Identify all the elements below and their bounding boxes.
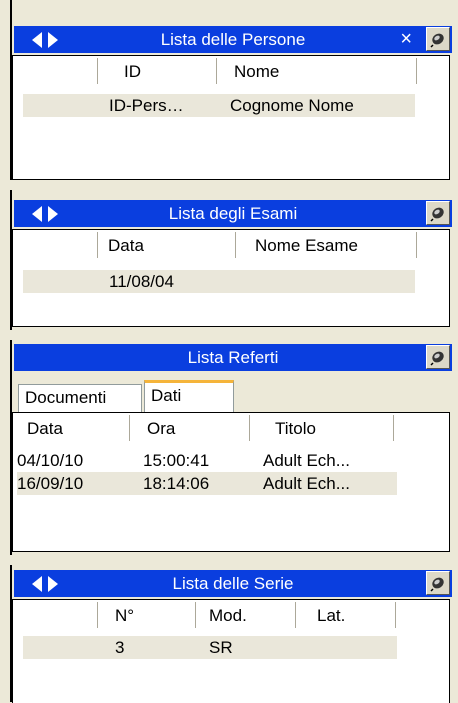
pin-icon [430,207,444,222]
table-row[interactable]: 16/09/10 18:14:06 Adult Ech... [17,472,397,495]
col-header-mod[interactable]: Mod. [209,606,247,626]
cell-data: 16/09/10 [17,474,84,493]
col-header-nome[interactable]: Nome [234,62,279,82]
pin-button[interactable] [426,201,450,225]
persone-titlebar: Lista delle Persone × [14,26,452,53]
table-row[interactable]: ID-Pers… Cognome Nome [23,94,415,117]
cell-id: ID-Pers… [109,96,184,115]
col-header-data[interactable]: Data [108,236,144,256]
table-row[interactable]: 04/10/10 15:00:41 Adult Ech... [17,449,397,472]
referti-titlebar: Lista Referti [14,344,452,371]
tab-documenti[interactable]: Documenti [18,384,142,412]
referti-list[interactable]: Data Ora Titolo 04/10/10 15:00:41 Adult … [12,412,450,552]
referti-panel: Lista Referti Documenti Dati Data Ora Ti… [10,340,452,555]
close-icon[interactable]: × [400,28,412,50]
cell-ora: 15:00:41 [143,451,210,470]
cell-titolo: Adult Ech... [263,451,350,470]
pin-button[interactable] [426,345,450,369]
esami-titlebar: Lista degli Esami [14,200,452,227]
serie-titlebar: Lista delle Serie [14,570,452,597]
serie-panel: Lista delle Serie N° Mod. Lat. 3 SR [10,565,452,703]
pin-icon [430,33,444,48]
col-header-id[interactable]: ID [124,62,141,82]
table-row[interactable]: 3 SR [23,636,397,659]
cell-nome: Cognome Nome [230,96,354,115]
cell-ora: 18:14:06 [143,474,210,493]
esami-header: Data Nome Esame [13,230,449,260]
persone-list[interactable]: ID Nome ID-Pers… Cognome Nome [12,55,450,180]
col-header-ora[interactable]: Ora [147,419,175,439]
tab-dati[interactable]: Dati [144,380,234,412]
cell-numero: 3 [115,638,125,657]
col-header-lat[interactable]: Lat. [317,606,345,626]
cell-data: 04/10/10 [17,451,84,470]
esami-panel: Lista degli Esami Data Nome Esame 11/08/… [10,190,452,330]
persone-title: Lista delle Persone [160,30,306,49]
persone-header: ID Nome [13,56,449,86]
col-header-data[interactable]: Data [27,419,63,439]
referti-tabs: Documenti Dati [14,372,452,412]
referti-title: Lista Referti [187,348,279,367]
serie-header: N° Mod. Lat. [13,600,449,630]
pin-icon [430,351,444,366]
pin-button[interactable] [426,571,450,595]
col-header-nome-esame[interactable]: Nome Esame [255,236,358,256]
pin-button[interactable] [426,27,450,51]
esami-list[interactable]: Data Nome Esame 11/08/04 [12,229,450,327]
serie-list[interactable]: N° Mod. Lat. 3 SR [12,599,450,703]
pin-icon [430,577,444,592]
cell-titolo: Adult Ech... [263,474,350,493]
cell-data: 11/08/04 [109,272,174,291]
serie-title: Lista delle Serie [172,574,294,593]
col-header-numero[interactable]: N° [115,606,134,626]
table-row[interactable]: 11/08/04 [23,270,415,293]
col-header-titolo[interactable]: Titolo [275,419,316,439]
referti-header: Data Ora Titolo [13,413,449,443]
esami-title: Lista degli Esami [168,204,298,223]
persone-panel: Lista delle Persone × ID Nome ID-Pers… C… [10,0,452,180]
cell-mod: SR [209,638,233,657]
